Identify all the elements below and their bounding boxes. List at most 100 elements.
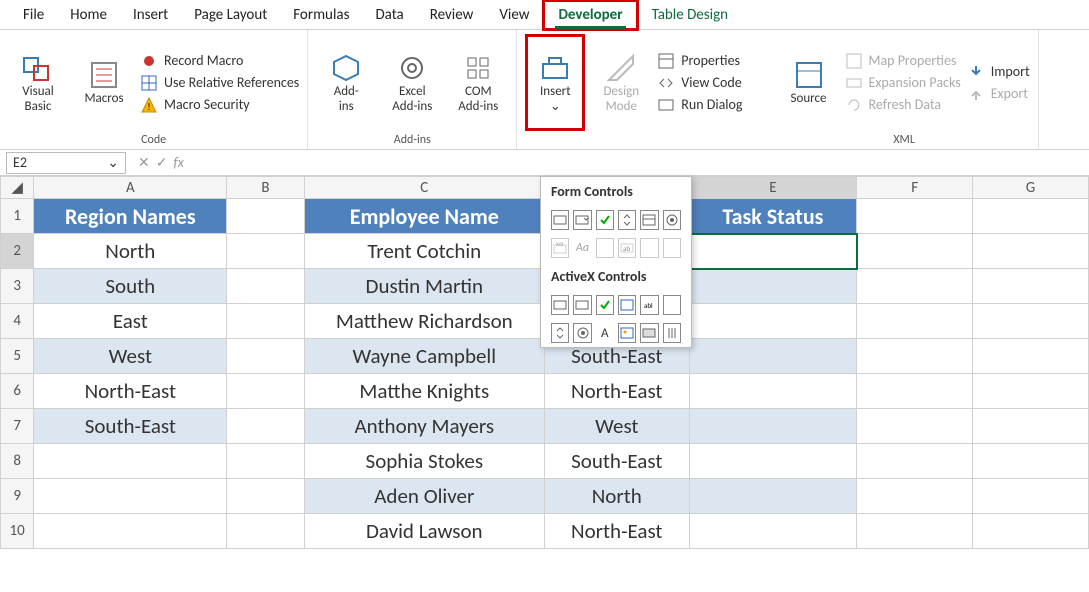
cell-F1[interactable] bbox=[857, 199, 973, 234]
cell-C2[interactable]: Trent Cotchin bbox=[304, 234, 544, 269]
cell-A5[interactable]: West bbox=[34, 339, 227, 374]
cell-F3[interactable] bbox=[857, 269, 973, 304]
cell-B8[interactable] bbox=[227, 444, 304, 479]
visual-basic-button[interactable]: Visual Basic bbox=[8, 34, 68, 131]
form-label-icon[interactable]: Aa bbox=[573, 238, 591, 258]
cell-F9[interactable] bbox=[857, 479, 973, 514]
form-listbox-icon[interactable] bbox=[640, 210, 658, 230]
cell-F6[interactable] bbox=[857, 374, 973, 409]
cell-F5[interactable] bbox=[857, 339, 973, 374]
cell-D6[interactable]: North-East bbox=[544, 374, 689, 409]
col-header-G[interactable]: G bbox=[973, 177, 1089, 199]
cell-A3[interactable]: South bbox=[34, 269, 227, 304]
name-box[interactable]: E2⌄ bbox=[6, 152, 126, 174]
row-header-4[interactable]: 4 bbox=[1, 304, 34, 339]
confirm-icon[interactable]: ✓ bbox=[156, 154, 168, 171]
activex-button-icon[interactable] bbox=[551, 295, 569, 315]
activex-image-icon[interactable] bbox=[618, 323, 636, 343]
cell-C7[interactable]: Anthony Mayers bbox=[304, 409, 544, 444]
cell-F2[interactable] bbox=[857, 234, 973, 269]
cell-G7[interactable] bbox=[973, 409, 1089, 444]
activex-scrollbar-icon[interactable] bbox=[663, 295, 681, 315]
form-combo-icon[interactable] bbox=[573, 210, 591, 230]
activex-label-icon[interactable]: A bbox=[596, 323, 614, 343]
cell-C9[interactable]: Aden Oliver bbox=[304, 479, 544, 514]
cell-F10[interactable] bbox=[857, 514, 973, 549]
cell-E8[interactable] bbox=[689, 444, 857, 479]
map-properties-button[interactable]: Map Properties bbox=[845, 52, 961, 70]
cell-G10[interactable] bbox=[973, 514, 1089, 549]
row-header-2[interactable]: 2 bbox=[1, 234, 34, 269]
macros-button[interactable]: Macros bbox=[74, 34, 134, 131]
cell-A8[interactable] bbox=[34, 444, 227, 479]
tab-file[interactable]: File bbox=[10, 2, 57, 28]
cell-E7[interactable] bbox=[689, 409, 857, 444]
cell-G3[interactable] bbox=[973, 269, 1089, 304]
source-button[interactable]: Source bbox=[779, 34, 839, 131]
cell-G8[interactable] bbox=[973, 444, 1089, 479]
col-header-B[interactable]: B bbox=[227, 177, 304, 199]
cell-C4[interactable]: Matthew Richardson bbox=[304, 304, 544, 339]
cell-G9[interactable] bbox=[973, 479, 1089, 514]
cell-F4[interactable] bbox=[857, 304, 973, 339]
expansion-packs-button[interactable]: Expansion Packs bbox=[845, 74, 961, 92]
tab-data[interactable]: Data bbox=[362, 2, 416, 28]
row-header-5[interactable]: 5 bbox=[1, 339, 34, 374]
row-header-6[interactable]: 6 bbox=[1, 374, 34, 409]
form-textfield-icon[interactable]: ab bbox=[618, 238, 636, 258]
cell-B3[interactable] bbox=[227, 269, 304, 304]
tab-formulas[interactable]: Formulas bbox=[280, 2, 362, 28]
cell-A6[interactable]: North-East bbox=[34, 374, 227, 409]
cell-E6[interactable] bbox=[689, 374, 857, 409]
form-combo2-icon[interactable] bbox=[640, 238, 658, 258]
cancel-icon[interactable]: ✕ bbox=[138, 154, 150, 171]
record-macro-button[interactable]: Record Macro bbox=[140, 52, 299, 70]
cell-C8[interactable]: Sophia Stokes bbox=[304, 444, 544, 479]
row-header-8[interactable]: 8 bbox=[1, 444, 34, 479]
activex-option-icon[interactable] bbox=[573, 323, 591, 343]
col-header-E[interactable]: E bbox=[689, 177, 857, 199]
cell-E3[interactable] bbox=[689, 269, 857, 304]
activex-combo-icon[interactable] bbox=[573, 295, 591, 315]
cell-E1[interactable]: Task Status bbox=[689, 199, 857, 234]
cell-A2[interactable]: North bbox=[34, 234, 227, 269]
cell-B10[interactable] bbox=[227, 514, 304, 549]
cell-C1[interactable]: Employee Name bbox=[304, 199, 544, 234]
col-header-F[interactable]: F bbox=[857, 177, 973, 199]
form-spin-icon[interactable] bbox=[618, 210, 636, 230]
cell-B7[interactable] bbox=[227, 409, 304, 444]
tab-insert[interactable]: Insert bbox=[120, 2, 181, 28]
select-all-cell[interactable]: ◢ bbox=[1, 177, 34, 199]
cell-G1[interactable] bbox=[973, 199, 1089, 234]
form-button-icon[interactable] bbox=[551, 210, 569, 230]
row-header-10[interactable]: 10 bbox=[1, 514, 34, 549]
cell-B4[interactable] bbox=[227, 304, 304, 339]
cell-B5[interactable] bbox=[227, 339, 304, 374]
cell-E10[interactable] bbox=[689, 514, 857, 549]
cell-A7[interactable]: South-East bbox=[34, 409, 227, 444]
cell-E5[interactable] bbox=[689, 339, 857, 374]
tab-page-layout[interactable]: Page Layout bbox=[181, 2, 280, 28]
cell-D8[interactable]: South-East bbox=[544, 444, 689, 479]
cell-G2[interactable] bbox=[973, 234, 1089, 269]
activex-checkbox-icon[interactable] bbox=[596, 295, 614, 315]
cell-A1[interactable]: Region Names bbox=[34, 199, 227, 234]
addins-button[interactable]: Add- ins bbox=[316, 34, 376, 131]
cell-G4[interactable] bbox=[973, 304, 1089, 339]
use-relative-refs-button[interactable]: Use Relative References bbox=[140, 74, 299, 92]
cell-C6[interactable]: Matthe Knights bbox=[304, 374, 544, 409]
cell-B1[interactable] bbox=[227, 199, 304, 234]
cell-E2[interactable] bbox=[689, 234, 857, 269]
tab-home[interactable]: Home bbox=[57, 2, 120, 28]
insert-control-button[interactable]: Insert ⌄ bbox=[525, 34, 585, 131]
col-header-C[interactable]: C bbox=[304, 177, 544, 199]
cell-B6[interactable] bbox=[227, 374, 304, 409]
tab-view[interactable]: View bbox=[486, 2, 542, 28]
cell-F8[interactable] bbox=[857, 444, 973, 479]
cell-D7[interactable]: West bbox=[544, 409, 689, 444]
row-header-3[interactable]: 3 bbox=[1, 269, 34, 304]
excel-addins-button[interactable]: Excel Add-ins bbox=[382, 34, 442, 131]
form-option-icon[interactable] bbox=[663, 210, 681, 230]
run-dialog-button[interactable]: Run Dialog bbox=[657, 96, 742, 114]
tab-developer[interactable]: Developer bbox=[542, 0, 638, 31]
